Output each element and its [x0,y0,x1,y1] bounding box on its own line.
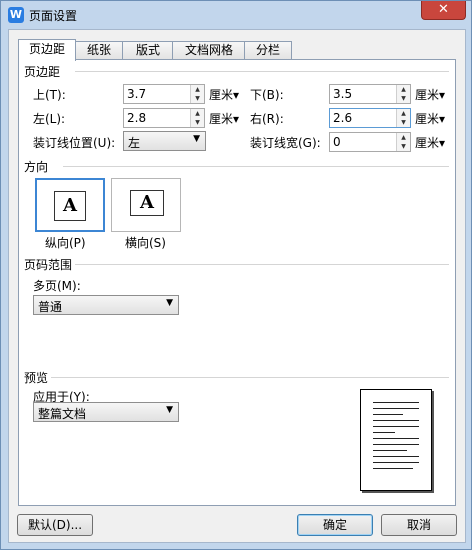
preview-text-line [373,414,403,415]
bottom-margin-input[interactable]: 3.5 ▲ ▼ [329,84,411,104]
bottom-margin-label: 下(B): [250,88,284,102]
gutter-width-label: 装订线宽(G): [250,136,321,150]
page-range-group-title: 页码范围 [24,258,73,272]
top-margin-label: 上(T): [33,88,66,102]
right-margin-label: 右(R): [250,112,284,126]
default-button[interactable]: 默认(D)... [17,514,93,536]
landscape-page-icon: A [130,190,164,216]
window-title: 页面设置 [29,9,78,23]
gutter-width-value: 0 [333,135,341,149]
cancel-button[interactable]: 取消 [381,514,457,536]
portrait-label[interactable]: 纵向(P) [45,234,86,251]
landscape-label[interactable]: 横向(S) [125,234,166,251]
close-icon: ✕ [438,2,449,17]
top-margin-value: 3.7 [127,87,147,101]
page-setup-dialog: W 页面设置 ✕ 页边距 纸张 版式 文档网格 分栏 页边距 上(T): 3.7… [0,0,472,550]
preview-text-line [373,432,395,433]
top-margin-input[interactable]: 3.7 ▲ ▼ [123,84,205,104]
chevron-down-icon: ▼ [193,134,200,144]
spin-up-icon[interactable]: ▲ [397,109,410,118]
landscape-option[interactable]: A [111,178,181,232]
preview-text-line [373,426,419,427]
apply-to-value: 整篇文档 [38,407,87,421]
margins-group-title: 页边距 [24,65,61,79]
preview-group-title: 预览 [24,371,49,385]
left-margin-input[interactable]: 2.8 ▲ ▼ [123,108,205,128]
spin-down-icon[interactable]: ▼ [191,118,204,127]
tab-doc-grid[interactable]: 文档网格 [172,41,246,59]
multiple-pages-select[interactable]: 普通 ▼ [33,295,179,315]
preview-text-line [373,444,419,445]
preview-text-line [373,402,419,403]
dialog-body: 页边距 纸张 版式 文档网格 分栏 页边距 上(T): 3.7 ▲ ▼ 厘米▾ 下… [8,29,466,543]
preview-text-line [373,450,407,451]
page-preview [360,389,432,491]
wps-app-icon: W [8,7,24,23]
left-margin-value: 2.8 [127,111,147,125]
spin-up-icon[interactable]: ▲ [397,133,410,142]
spin-up-icon[interactable]: ▲ [191,85,204,94]
portrait-option[interactable]: A [35,178,105,232]
preview-text-line [373,420,419,421]
divider [75,71,449,72]
chevron-down-icon: ▼ [166,298,173,308]
multiple-pages-label: 多页(M): [33,279,81,293]
preview-text-line [373,456,419,457]
gutter-position-value: 左 [128,136,141,150]
spin-down-icon[interactable]: ▼ [397,118,410,127]
tab-margins[interactable]: 页边距 [18,39,76,61]
spin-up-icon[interactable]: ▲ [397,85,410,94]
preview-text-line [373,438,419,439]
tab-columns[interactable]: 分栏 [244,41,292,59]
right-margin-value: 2.6 [333,111,353,125]
portrait-page-icon: A [54,191,86,221]
apply-to-select[interactable]: 整篇文档 ▼ [33,402,179,422]
left-margin-label: 左(L): [33,112,66,126]
tab-layout[interactable]: 版式 [122,41,174,59]
spin-down-icon[interactable]: ▼ [191,94,204,103]
bottom-unit-select[interactable]: 厘米▾ [415,86,445,103]
close-button[interactable]: ✕ [421,1,466,20]
right-unit-select[interactable]: 厘米▾ [415,110,445,127]
tab-paper[interactable]: 纸张 [74,41,124,59]
title-bar[interactable]: W 页面设置 ✕ [1,1,471,29]
chevron-down-icon: ▼ [166,405,173,415]
bottom-margin-value: 3.5 [333,87,353,101]
left-unit-select[interactable]: 厘米▾ [209,110,239,127]
gutter-position-label: 装订线位置(U): [33,136,116,150]
ok-button[interactable]: 确定 [297,514,373,536]
spin-up-icon[interactable]: ▲ [191,109,204,118]
divider [75,264,449,265]
gutter-width-input[interactable]: 0 ▲ ▼ [329,132,411,152]
top-unit-select[interactable]: 厘米▾ [209,86,239,103]
gutter-position-select[interactable]: 左 ▼ [123,131,206,151]
multiple-pages-value: 普通 [38,300,63,314]
spin-down-icon[interactable]: ▼ [397,142,410,151]
gutter-unit-select[interactable]: 厘米▾ [415,134,445,151]
right-margin-input[interactable]: 2.6 ▲ ▼ [329,108,411,128]
preview-text-line [373,408,419,409]
preview-text-line [373,462,419,463]
divider [63,166,449,167]
orientation-group-title: 方向 [24,160,49,174]
divider [51,377,449,378]
preview-text-line [373,468,413,469]
spin-down-icon[interactable]: ▼ [397,94,410,103]
